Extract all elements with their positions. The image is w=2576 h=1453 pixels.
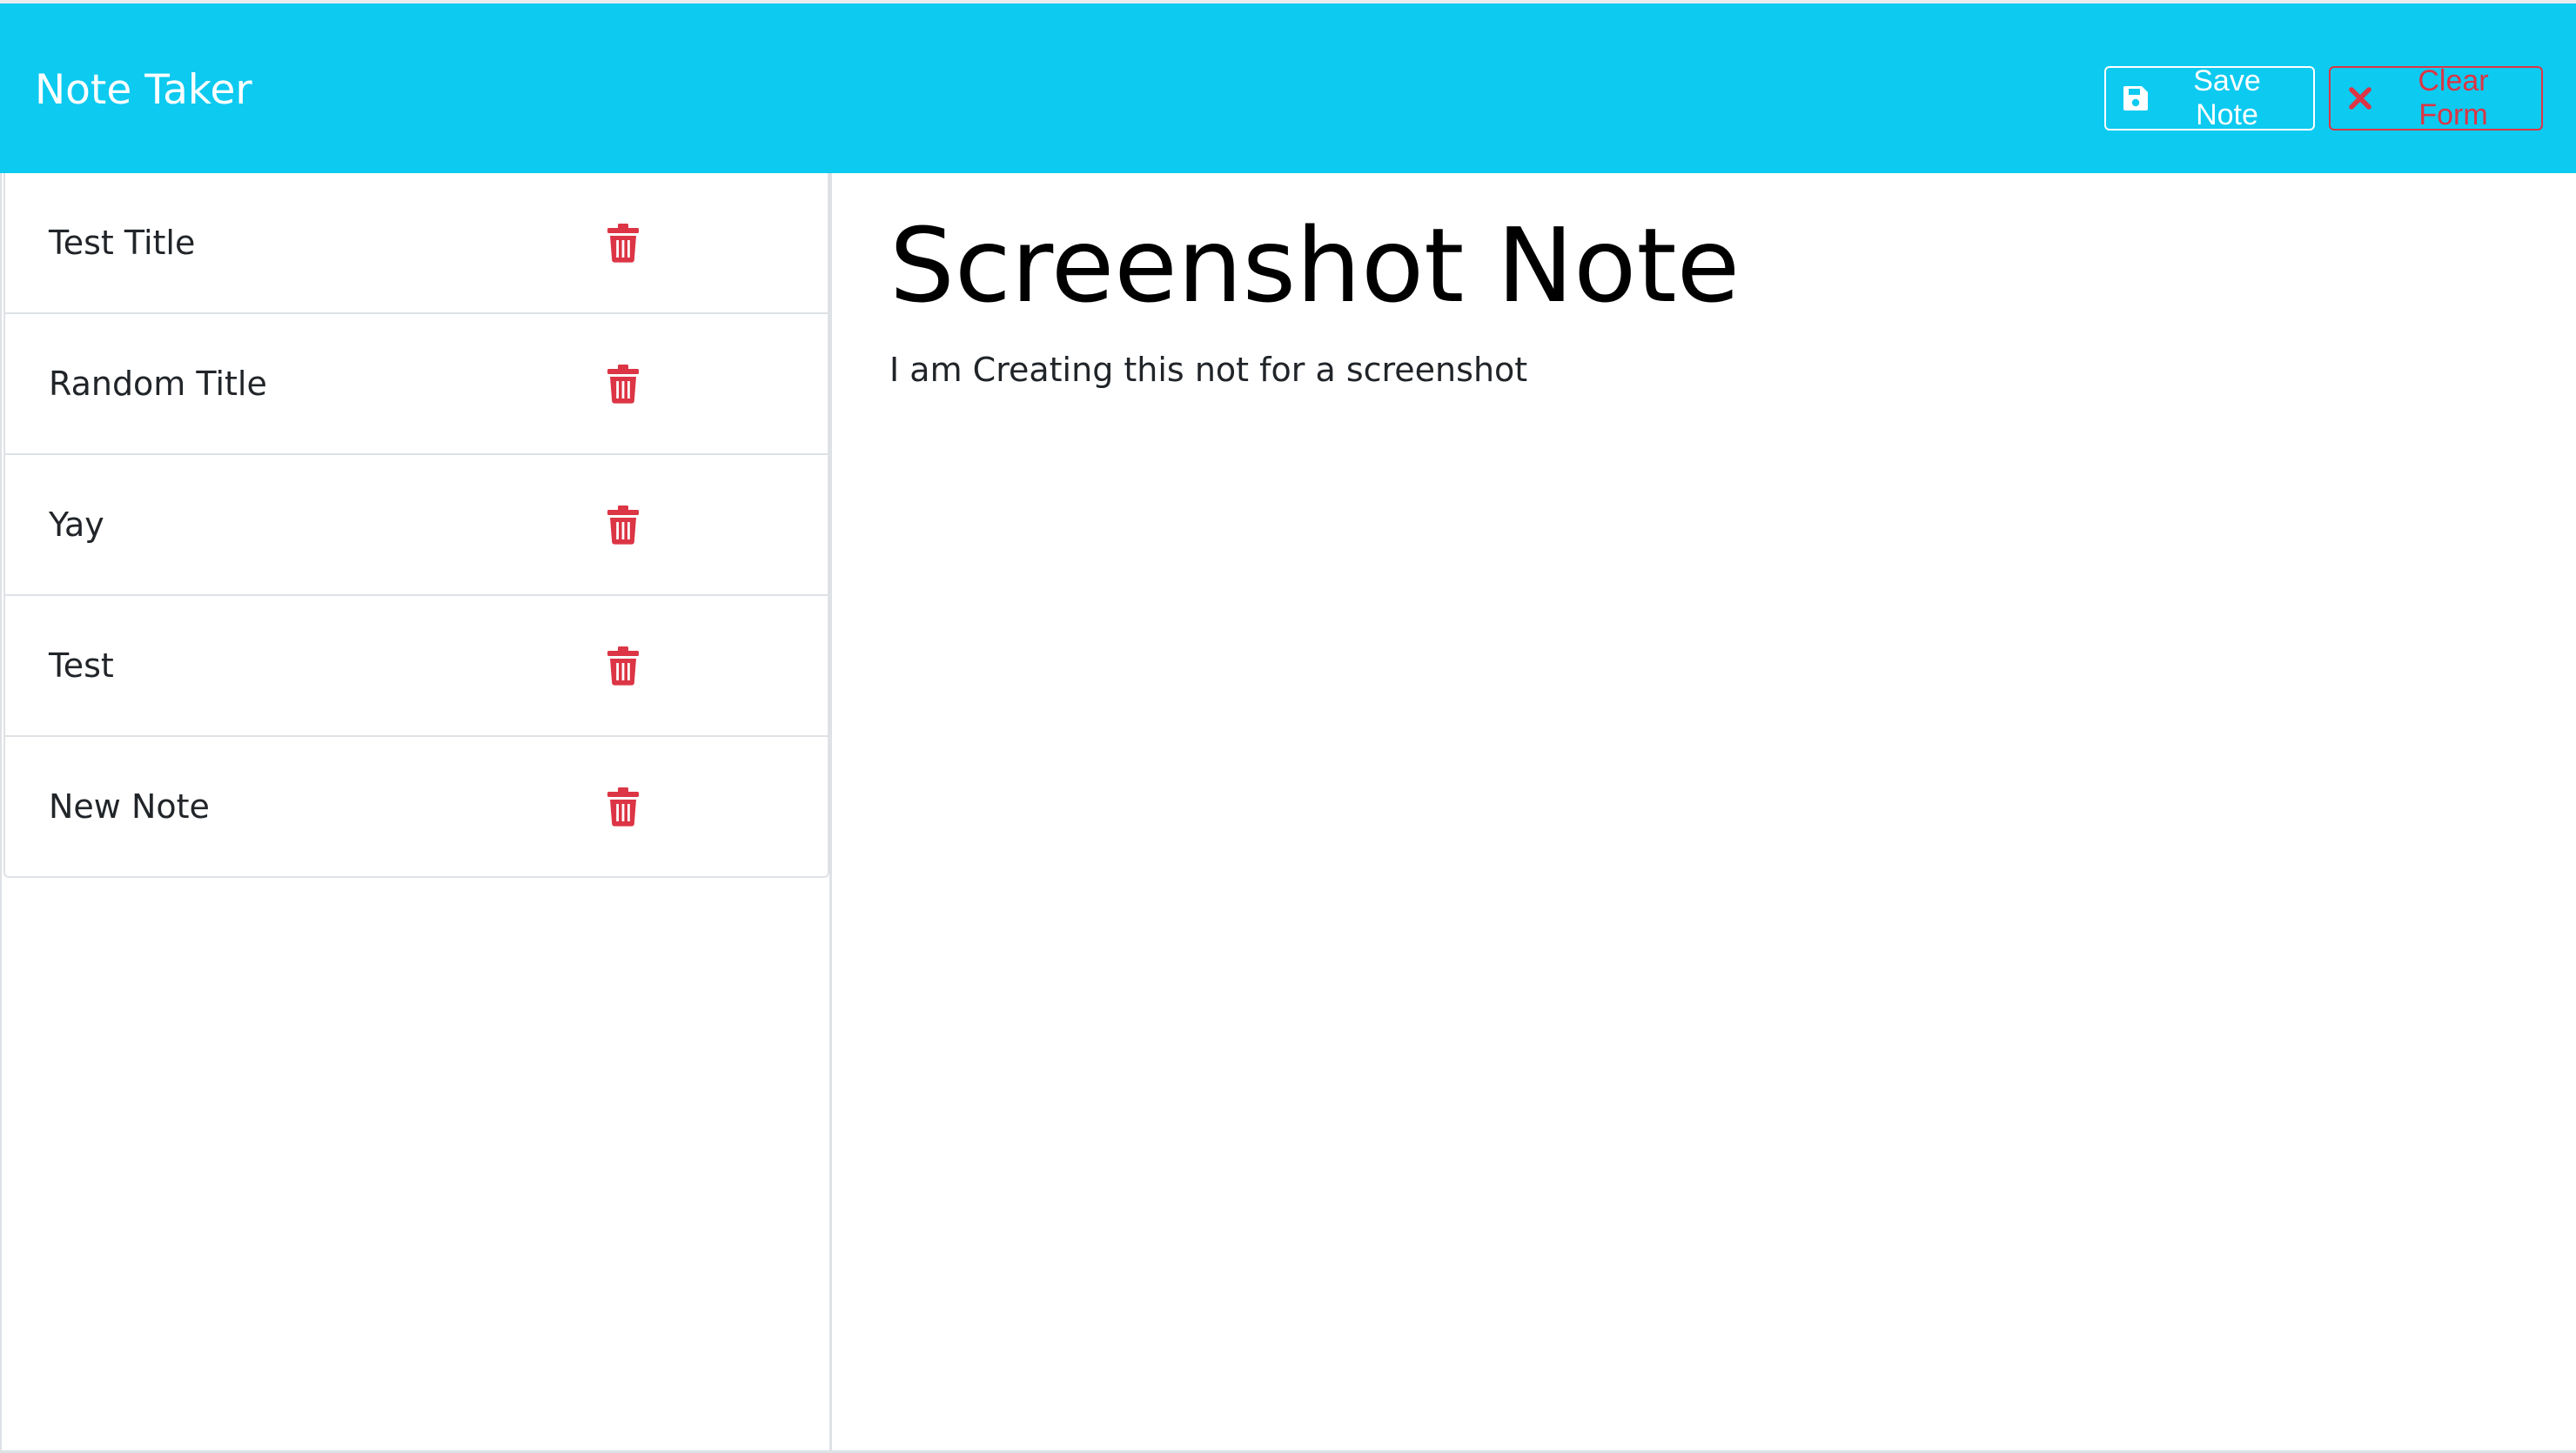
navbar: Note Taker Save Note Clear Form (0, 3, 2576, 173)
note-title: Test Title (49, 224, 196, 262)
note-list-item[interactable]: Test Title (5, 173, 828, 314)
note-text-area[interactable]: I am Creating this not for a screenshot (889, 345, 1527, 394)
trash-icon[interactable] (606, 364, 641, 404)
trash-icon[interactable] (606, 223, 641, 263)
note-list: Test Title Random Title Yay Test New Not… (3, 173, 829, 878)
note-editor: Screenshot Note I am Creating this not f… (832, 173, 2576, 1453)
note-title: Random Title (49, 365, 267, 403)
trash-icon[interactable] (606, 646, 641, 686)
clear-form-label: Clear Form (2418, 64, 2489, 131)
trash-icon[interactable] (606, 505, 641, 545)
floppy-disk-icon (2122, 84, 2150, 112)
note-title: Test (49, 646, 114, 685)
app-page: Note Taker Save Note Clear Form Test Tit… (0, 0, 2576, 1453)
x-mark-icon (2346, 84, 2374, 112)
save-note-button[interactable]: Save Note (2104, 64, 2315, 131)
note-list-item[interactable]: Yay (5, 455, 828, 596)
note-title-input[interactable]: Screenshot Note (889, 204, 1740, 326)
trash-icon[interactable] (606, 787, 641, 827)
note-title: Yay (49, 506, 104, 544)
clear-form-button[interactable]: Clear Form (2329, 64, 2543, 131)
save-note-label: Save Note (2193, 64, 2261, 131)
note-list-item[interactable]: Random Title (5, 314, 828, 455)
notes-sidebar: Test Title Random Title Yay Test New Not… (0, 173, 832, 1453)
note-title: New Note (49, 787, 210, 826)
app-title[interactable]: Note Taker (35, 66, 252, 115)
note-list-item[interactable]: Test (5, 596, 828, 737)
note-list-item[interactable]: New Note (5, 737, 828, 876)
